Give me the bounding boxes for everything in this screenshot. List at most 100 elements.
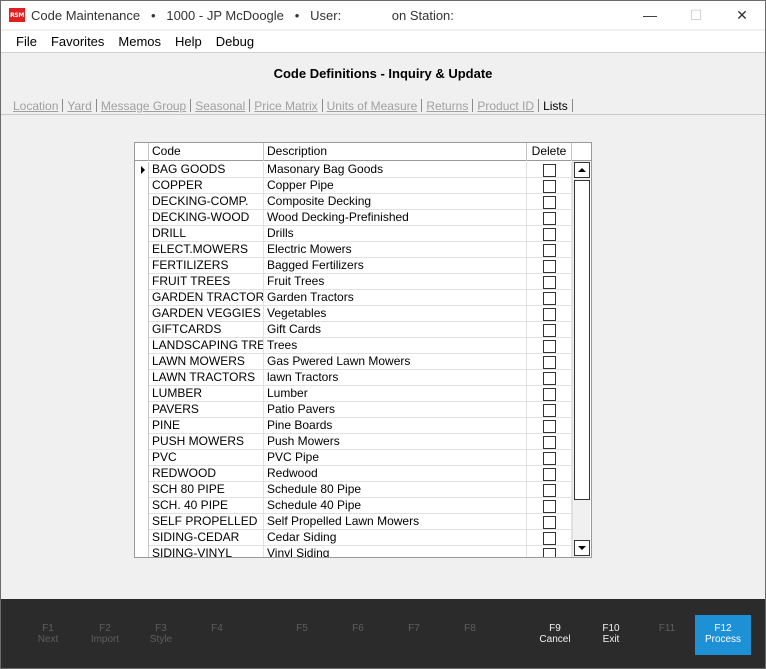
row-selector[interactable] [135,290,149,306]
table-row[interactable]: FERTILIZERS Bagged Fertilizers [135,258,573,274]
tab-location[interactable]: Location [9,99,62,113]
cell-code[interactable]: REDWOOD [149,466,264,482]
row-selector[interactable] [135,322,149,338]
minimize-button[interactable]: — [627,1,673,29]
cell-code[interactable]: LAWN MOWERS [149,354,264,370]
delete-checkbox[interactable] [542,451,556,465]
column-header-code[interactable]: Code [149,143,264,161]
cell-code[interactable]: FRUIT TREES [149,274,264,290]
table-row[interactable]: GARDEN VEGGIES Vegetables [135,306,573,322]
cell-description[interactable]: Drills [264,226,527,242]
table-row[interactable]: COPPER Copper Pipe [135,178,573,194]
cell-code[interactable]: ELECT.MOWERS [149,242,264,258]
vertical-scrollbar[interactable] [572,161,590,557]
cell-code[interactable]: LUMBER [149,386,264,402]
cell-description[interactable]: Cedar Siding [264,530,527,546]
tab-product-id[interactable]: Product ID [473,99,538,113]
row-selector[interactable] [135,210,149,226]
row-selector[interactable] [135,226,149,242]
delete-checkbox[interactable] [542,275,556,289]
delete-checkbox[interactable] [542,403,556,417]
row-selector[interactable] [135,386,149,402]
scrollbar-thumb[interactable] [574,180,590,500]
cell-code[interactable]: SELF PROPELLED [149,514,264,530]
row-selector[interactable] [135,370,149,386]
cell-code[interactable]: DECKING-COMP. [149,194,264,210]
cell-description[interactable]: lawn Tractors [264,370,527,386]
table-row[interactable]: SIDING-VINYL Vinyl Siding [135,546,573,557]
maximize-button[interactable]: ☐ [673,1,719,29]
scroll-down-button[interactable] [574,540,590,556]
cell-description[interactable]: Redwood [264,466,527,482]
cell-description[interactable]: Masonary Bag Goods [264,162,527,178]
cell-description[interactable]: Electric Mowers [264,242,527,258]
delete-checkbox[interactable] [542,531,556,545]
row-selector[interactable] [135,306,149,322]
cell-code[interactable]: PAVERS [149,402,264,418]
table-row[interactable]: DECKING-WOOD Wood Decking-Prefinished [135,210,573,226]
cell-description[interactable]: Gift Cards [264,322,527,338]
row-selector[interactable] [135,274,149,290]
table-row[interactable]: LAWN TRACTORS lawn Tractors [135,370,573,386]
row-selector[interactable] [135,514,149,530]
table-row[interactable]: GIFTCARDS Gift Cards [135,322,573,338]
table-row[interactable]: PINE Pine Boards [135,418,573,434]
cell-description[interactable]: Composite Decking [264,194,527,210]
delete-checkbox[interactable] [542,307,556,321]
cell-code[interactable]: LAWN TRACTORS [149,370,264,386]
menu-file[interactable]: File [9,34,44,49]
table-row[interactable]: FRUIT TREES Fruit Trees [135,274,573,290]
table-row[interactable]: SIDING-CEDAR Cedar Siding [135,530,573,546]
cell-code[interactable]: COPPER [149,178,264,194]
cell-code[interactable]: FERTILIZERS [149,258,264,274]
cell-description[interactable]: Vegetables [264,306,527,322]
row-selector[interactable] [135,434,149,450]
delete-checkbox[interactable] [542,499,556,513]
table-row[interactable]: GARDEN TRACTOR Garden Tractors [135,290,573,306]
cell-code[interactable]: BAG GOODS [149,162,264,178]
menu-help[interactable]: Help [168,34,209,49]
cell-code[interactable]: PINE [149,418,264,434]
delete-checkbox[interactable] [542,419,556,433]
fkey-f12-button[interactable]: F12 Process [695,615,751,655]
cell-code[interactable]: SIDING-CEDAR [149,530,264,546]
menu-memos[interactable]: Memos [111,34,168,49]
cell-description[interactable]: Push Mowers [264,434,527,450]
delete-checkbox[interactable] [542,483,556,497]
table-row[interactable]: LAWN MOWERS Gas Pwered Lawn Mowers [135,354,573,370]
delete-checkbox[interactable] [542,291,556,305]
delete-checkbox[interactable] [542,547,556,557]
table-row[interactable]: DECKING-COMP. Composite Decking [135,194,573,210]
column-header-description[interactable]: Description [264,143,527,161]
cell-description[interactable]: Trees [264,338,527,354]
table-row[interactable]: DRILL Drills [135,226,573,242]
cell-description[interactable]: PVC Pipe [264,450,527,466]
cell-code[interactable]: DRILL [149,226,264,242]
table-row[interactable]: ELECT.MOWERS Electric Mowers [135,242,573,258]
row-selector[interactable] [135,546,149,557]
tab-units-of-measure[interactable]: Units of Measure [323,99,422,113]
row-selector[interactable] [135,466,149,482]
cell-code[interactable]: GARDEN VEGGIES [149,306,264,322]
table-row[interactable]: REDWOOD Redwood [135,466,573,482]
tab-message-group[interactable]: Message Group [97,99,190,113]
tab-yard[interactable]: Yard [63,99,95,113]
delete-checkbox[interactable] [542,355,556,369]
cell-description[interactable]: Lumber [264,386,527,402]
cell-description[interactable]: Bagged Fertilizers [264,258,527,274]
row-selector[interactable] [135,354,149,370]
cell-description[interactable]: Copper Pipe [264,178,527,194]
row-selector[interactable] [135,418,149,434]
cell-code[interactable]: SIDING-VINYL [149,546,264,557]
table-row[interactable]: BAG GOODS Masonary Bag Goods [135,162,573,178]
delete-checkbox[interactable] [542,179,556,193]
row-selector[interactable] [135,242,149,258]
row-selector[interactable] [135,162,149,178]
table-row[interactable]: SELF PROPELLED Self Propelled Lawn Mowers [135,514,573,530]
row-selector[interactable] [135,450,149,466]
cell-code[interactable]: LANDSCAPING TRE [149,338,264,354]
close-button[interactable]: ✕ [719,1,765,29]
delete-checkbox[interactable] [542,435,556,449]
delete-checkbox[interactable] [542,243,556,257]
cell-description[interactable]: Wood Decking-Prefinished [264,210,527,226]
